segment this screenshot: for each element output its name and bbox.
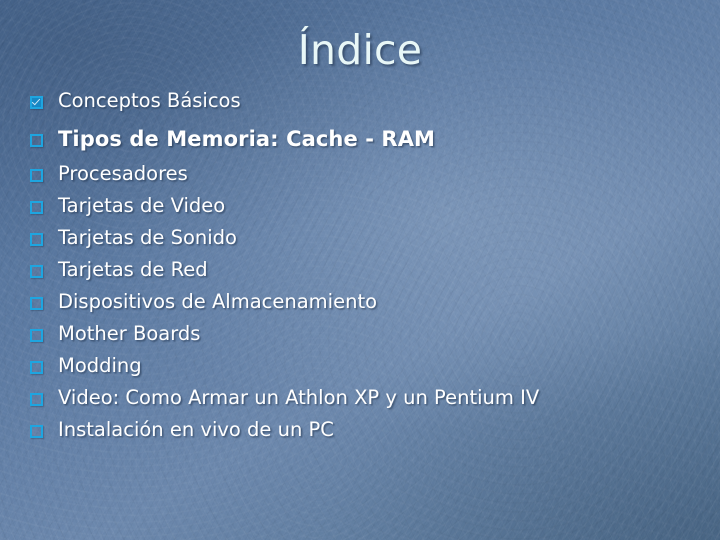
- empty-box-icon: [30, 296, 43, 310]
- empty-box-icon: [30, 264, 43, 278]
- presentation-slide: Índice Conceptos Básicos Tipos de Memori…: [0, 0, 720, 540]
- list-item[interactable]: Tarjetas de Red: [30, 255, 710, 285]
- empty-box-icon: [30, 328, 43, 342]
- list-item[interactable]: Modding: [30, 351, 710, 381]
- list-item-label: Instalación en vivo de un PC: [58, 418, 334, 441]
- list-item-label: Procesadores: [58, 162, 188, 185]
- list-item-label: Video: Como Armar un Athlon XP y un Pent…: [58, 386, 540, 409]
- bullet-list: Conceptos Básicos Tipos de Memoria: Cach…: [30, 85, 710, 447]
- list-item[interactable]: Conceptos Básicos: [30, 85, 710, 117]
- slide-title: Índice: [297, 26, 423, 74]
- list-item-label: Tarjetas de Red: [58, 258, 208, 281]
- empty-box-icon: [30, 168, 43, 182]
- empty-box-icon: [30, 360, 43, 374]
- list-item-label: Mother Boards: [58, 322, 201, 345]
- list-item-label: Tarjetas de Video: [58, 194, 226, 217]
- list-item-label: Modding: [58, 354, 142, 377]
- checked-box-icon: [30, 95, 43, 109]
- list-item[interactable]: Tarjetas de Video: [30, 191, 710, 221]
- list-item[interactable]: Tarjetas de Sonido: [30, 223, 710, 253]
- list-item[interactable]: Video: Como Armar un Athlon XP y un Pent…: [30, 383, 710, 413]
- list-item[interactable]: Procesadores: [30, 159, 710, 189]
- empty-box-icon: [30, 232, 43, 246]
- empty-box-icon: [30, 200, 43, 214]
- list-item[interactable]: Instalación en vivo de un PC: [30, 415, 710, 445]
- empty-box-icon: [30, 133, 43, 147]
- list-item-label: Dispositivos de Almacenamiento: [58, 290, 378, 313]
- list-item[interactable]: Dispositivos de Almacenamiento: [30, 287, 710, 317]
- empty-box-icon: [30, 424, 43, 438]
- list-item-label: Tarjetas de Sonido: [58, 226, 237, 249]
- list-item-label: Tipos de Memoria: Cache - RAM: [58, 127, 436, 151]
- empty-box-icon: [30, 392, 43, 406]
- list-item[interactable]: Tipos de Memoria: Cache - RAM: [30, 121, 710, 157]
- list-item[interactable]: Mother Boards: [30, 319, 710, 349]
- list-item-label: Conceptos Básicos: [58, 89, 241, 112]
